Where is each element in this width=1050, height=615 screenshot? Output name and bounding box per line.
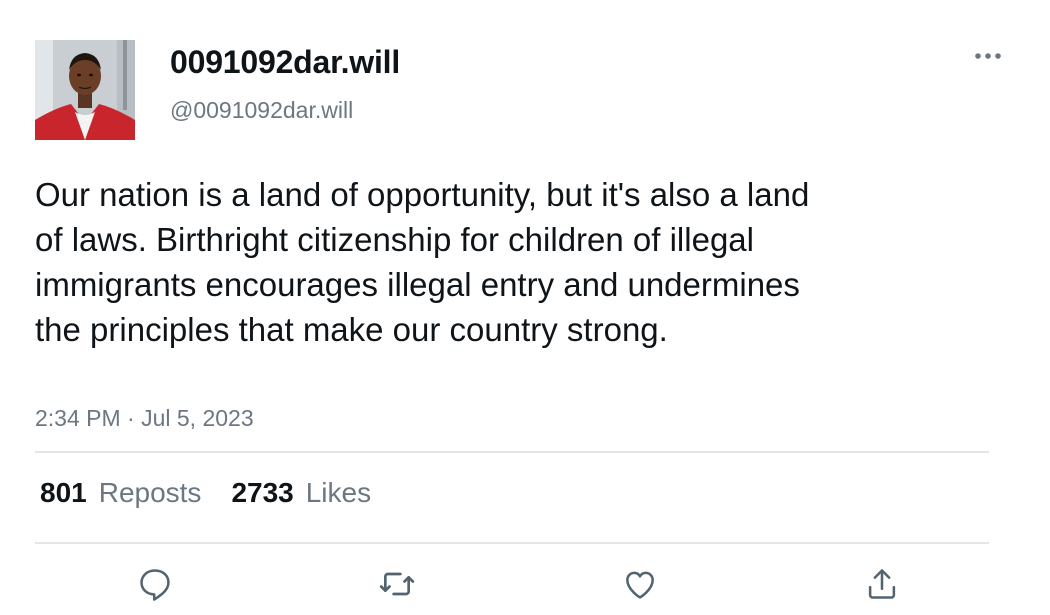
tweet-text: Our nation is a land of opportunity, but… <box>35 176 810 348</box>
author-display-name[interactable]: 0091092dar.will <box>170 44 400 81</box>
tweet-timestamp[interactable]: 2:34 PM · Jul 5, 2023 <box>35 405 254 432</box>
avatar-image <box>35 40 135 140</box>
divider <box>35 542 989 544</box>
more-options-button[interactable] <box>970 42 1006 70</box>
repost-icon <box>379 572 415 596</box>
likes-label: Likes <box>305 477 372 508</box>
repost-button[interactable] <box>377 564 417 604</box>
like-button[interactable] <box>620 564 660 604</box>
likes-stat[interactable]: 2733 Likes <box>231 477 371 509</box>
author-handle[interactable]: @0091092dar.will <box>170 97 353 124</box>
divider <box>35 451 989 453</box>
avatar[interactable] <box>35 40 135 140</box>
share-icon <box>868 569 896 599</box>
share-button[interactable] <box>862 564 902 604</box>
like-icon <box>626 571 654 599</box>
reply-button[interactable] <box>135 564 175 604</box>
more-horizontal-icon <box>975 53 1001 59</box>
reposts-stat[interactable]: 801 Reposts <box>40 477 201 509</box>
reposts-label: Reposts <box>98 477 202 508</box>
reposts-count: 801 <box>40 477 87 508</box>
tweet-stats: 801 Reposts 2733 Likes <box>40 477 371 509</box>
reply-icon <box>140 569 170 601</box>
likes-count: 2733 <box>231 477 294 508</box>
